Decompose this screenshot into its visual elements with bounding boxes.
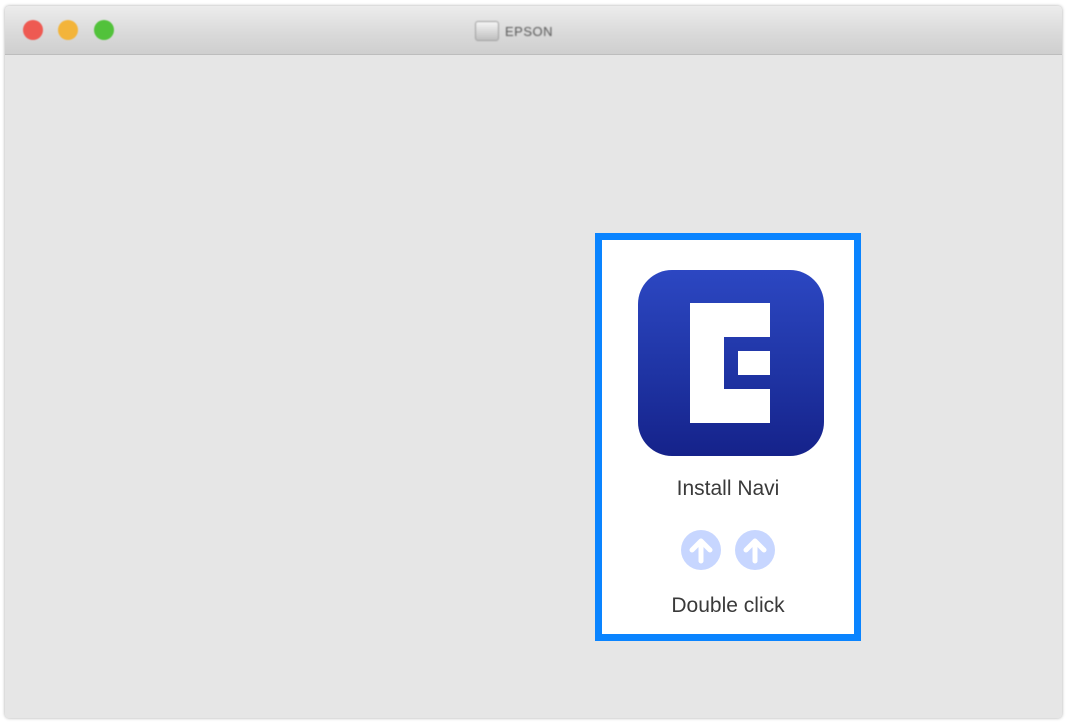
install-navi-label[interactable]: Install Navi	[602, 477, 854, 501]
zoom-window-button[interactable]	[94, 20, 114, 40]
double-click-indicator	[602, 528, 854, 572]
up-arrow-circle-icon	[681, 530, 721, 570]
install-navi-highlight: Install Navi Double click	[595, 233, 861, 641]
window-content: Install Navi Double click	[5, 55, 1062, 718]
double-click-label: Double click	[671, 594, 785, 617]
installer-window: EPSON Install Navi Double click	[5, 6, 1062, 718]
close-window-button[interactable]	[23, 20, 43, 40]
window-title: EPSON	[475, 20, 553, 42]
window-title-text: EPSON	[505, 23, 554, 39]
title-bar[interactable]: EPSON	[5, 6, 1062, 55]
install-navi-app-icon[interactable]	[638, 270, 824, 456]
minimize-window-button[interactable]	[58, 20, 78, 40]
disk-image-icon	[475, 21, 499, 41]
epson-e-logo-icon	[690, 303, 770, 423]
up-arrow-circle-icon	[735, 530, 775, 570]
